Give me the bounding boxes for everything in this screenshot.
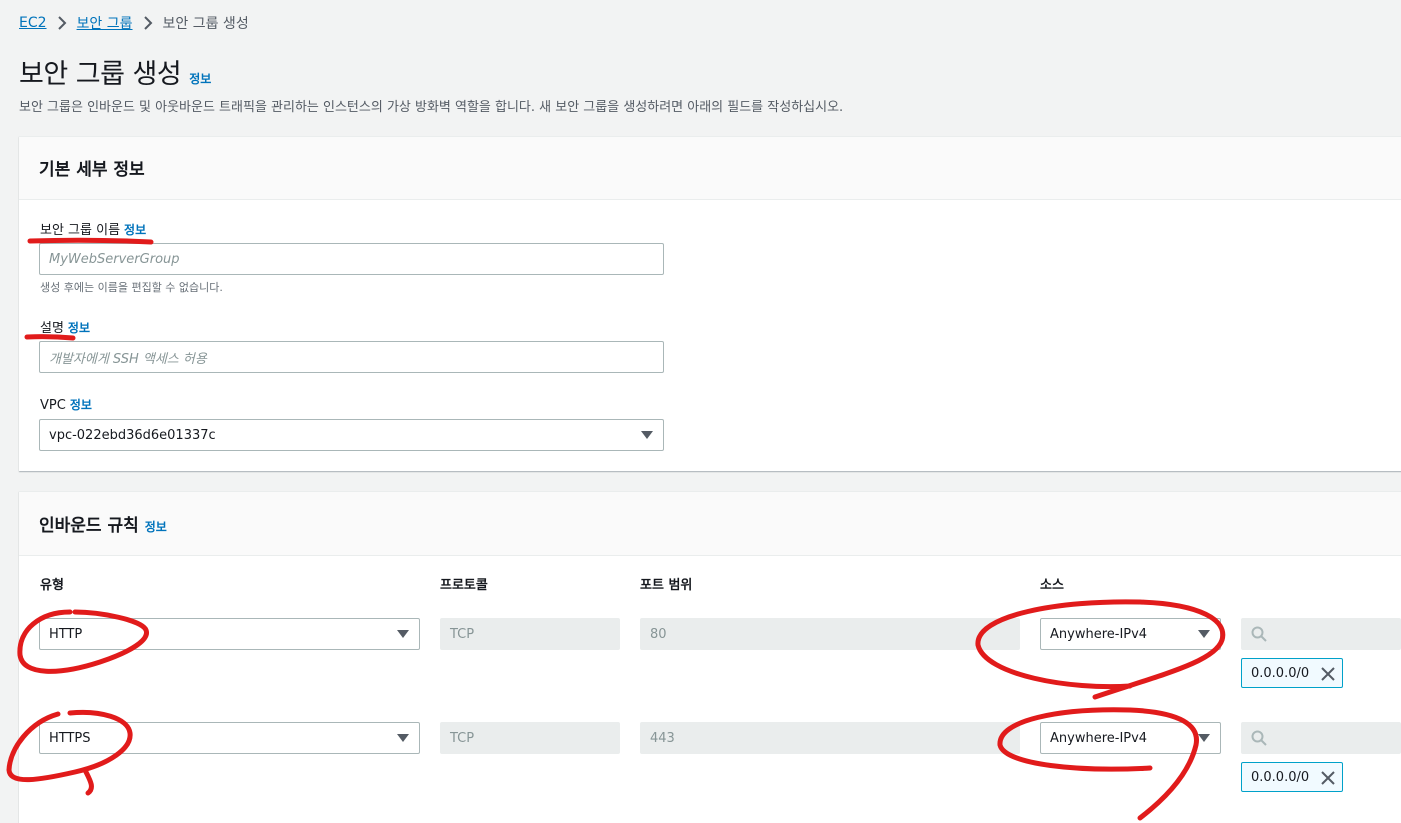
description-input[interactable]: 개발자에게 SSH 액세스 허용 bbox=[39, 341, 664, 373]
description-placeholder: 개발자에게 SSH 액세스 허용 bbox=[49, 351, 207, 367]
rule-1-source-select[interactable]: Anywhere-IPv4 bbox=[1040, 618, 1221, 650]
chevron-right-icon bbox=[57, 16, 66, 30]
security-group-name-label: 보안 그룹 이름 bbox=[40, 223, 121, 238]
column-port-range: 포트 범위 bbox=[640, 578, 693, 593]
breadcrumb: EC2 보안 그룹 보안 그룹 생성 bbox=[19, 13, 249, 33]
vpc-select[interactable]: vpc-022ebd36d6e01337c bbox=[39, 419, 664, 451]
rule-1-type-value: HTTP bbox=[49, 626, 83, 642]
rule-1-cidr-value: 0.0.0.0/0 bbox=[1251, 665, 1310, 681]
vpc-info-link[interactable]: 정보 bbox=[70, 396, 92, 413]
page-title: 보안 그룹 생성 bbox=[19, 59, 182, 90]
breadcrumb-current: 보안 그룹 생성 bbox=[162, 16, 249, 32]
basic-details-title: 기본 세부 정보 bbox=[39, 160, 145, 180]
security-group-name-info-link[interactable]: 정보 bbox=[124, 221, 146, 238]
close-icon[interactable] bbox=[1320, 666, 1336, 682]
column-type: 유형 bbox=[40, 578, 64, 593]
vpc-select-value: vpc-022ebd36d6e01337c bbox=[49, 427, 216, 443]
security-group-name-placeholder: MyWebServerGroup bbox=[49, 251, 180, 267]
caret-down-icon bbox=[1198, 734, 1210, 742]
rule-1-port-range: 80 bbox=[640, 618, 1020, 650]
search-icon bbox=[1251, 730, 1267, 746]
rule-1-cidr-search[interactable] bbox=[1241, 618, 1401, 650]
rule-1-type-select[interactable]: HTTP bbox=[39, 618, 420, 650]
page-description: 보안 그룹은 인바운드 및 아웃바운드 트래픽을 관리하는 인스턴스의 가상 방… bbox=[19, 100, 844, 115]
rule-1-cidr-token: 0.0.0.0/0 bbox=[1241, 658, 1343, 688]
column-source: 소스 bbox=[1040, 578, 1064, 593]
rule-2-source-value: Anywhere-IPv4 bbox=[1050, 730, 1148, 746]
search-icon bbox=[1251, 626, 1267, 642]
rule-2-type-value: HTTPS bbox=[49, 730, 91, 746]
rule-1-protocol: TCP bbox=[440, 618, 620, 650]
breadcrumb-ec2-link[interactable]: EC2 bbox=[19, 15, 47, 31]
caret-down-icon bbox=[641, 431, 653, 439]
rule-2-cidr-token: 0.0.0.0/0 bbox=[1241, 762, 1343, 792]
description-info-link[interactable]: 정보 bbox=[68, 319, 90, 336]
rule-1-source-value: Anywhere-IPv4 bbox=[1050, 626, 1148, 642]
rule-2-cidr-value: 0.0.0.0/0 bbox=[1251, 769, 1310, 785]
page-info-link[interactable]: 정보 bbox=[189, 70, 211, 87]
vpc-label: VPC bbox=[40, 398, 66, 413]
description-label: 설명 bbox=[40, 321, 64, 336]
caret-down-icon bbox=[397, 734, 409, 742]
chevron-right-icon bbox=[143, 16, 152, 30]
rule-2-type-select[interactable]: HTTPS bbox=[39, 722, 420, 754]
close-icon[interactable] bbox=[1320, 770, 1336, 786]
rule-2-port-range: 443 bbox=[640, 722, 1020, 754]
inbound-rules-info-link[interactable]: 정보 bbox=[145, 518, 167, 535]
inbound-rules-title: 인바운드 규칙 bbox=[39, 516, 139, 536]
breadcrumb-security-groups-link[interactable]: 보안 그룹 bbox=[77, 13, 133, 33]
caret-down-icon bbox=[397, 630, 409, 638]
inbound-rules-panel: 인바운드 규칙 정보 bbox=[19, 491, 1401, 823]
caret-down-icon bbox=[1198, 630, 1210, 638]
security-group-name-input[interactable]: MyWebServerGroup bbox=[39, 243, 664, 275]
security-group-name-hint: 생성 후에는 이름을 편집할 수 없습니다. bbox=[40, 281, 223, 294]
column-protocol: 프로토콜 bbox=[440, 578, 488, 593]
rule-2-source-select[interactable]: Anywhere-IPv4 bbox=[1040, 722, 1221, 754]
rule-2-cidr-search[interactable] bbox=[1241, 722, 1401, 754]
rule-2-protocol: TCP bbox=[440, 722, 620, 754]
